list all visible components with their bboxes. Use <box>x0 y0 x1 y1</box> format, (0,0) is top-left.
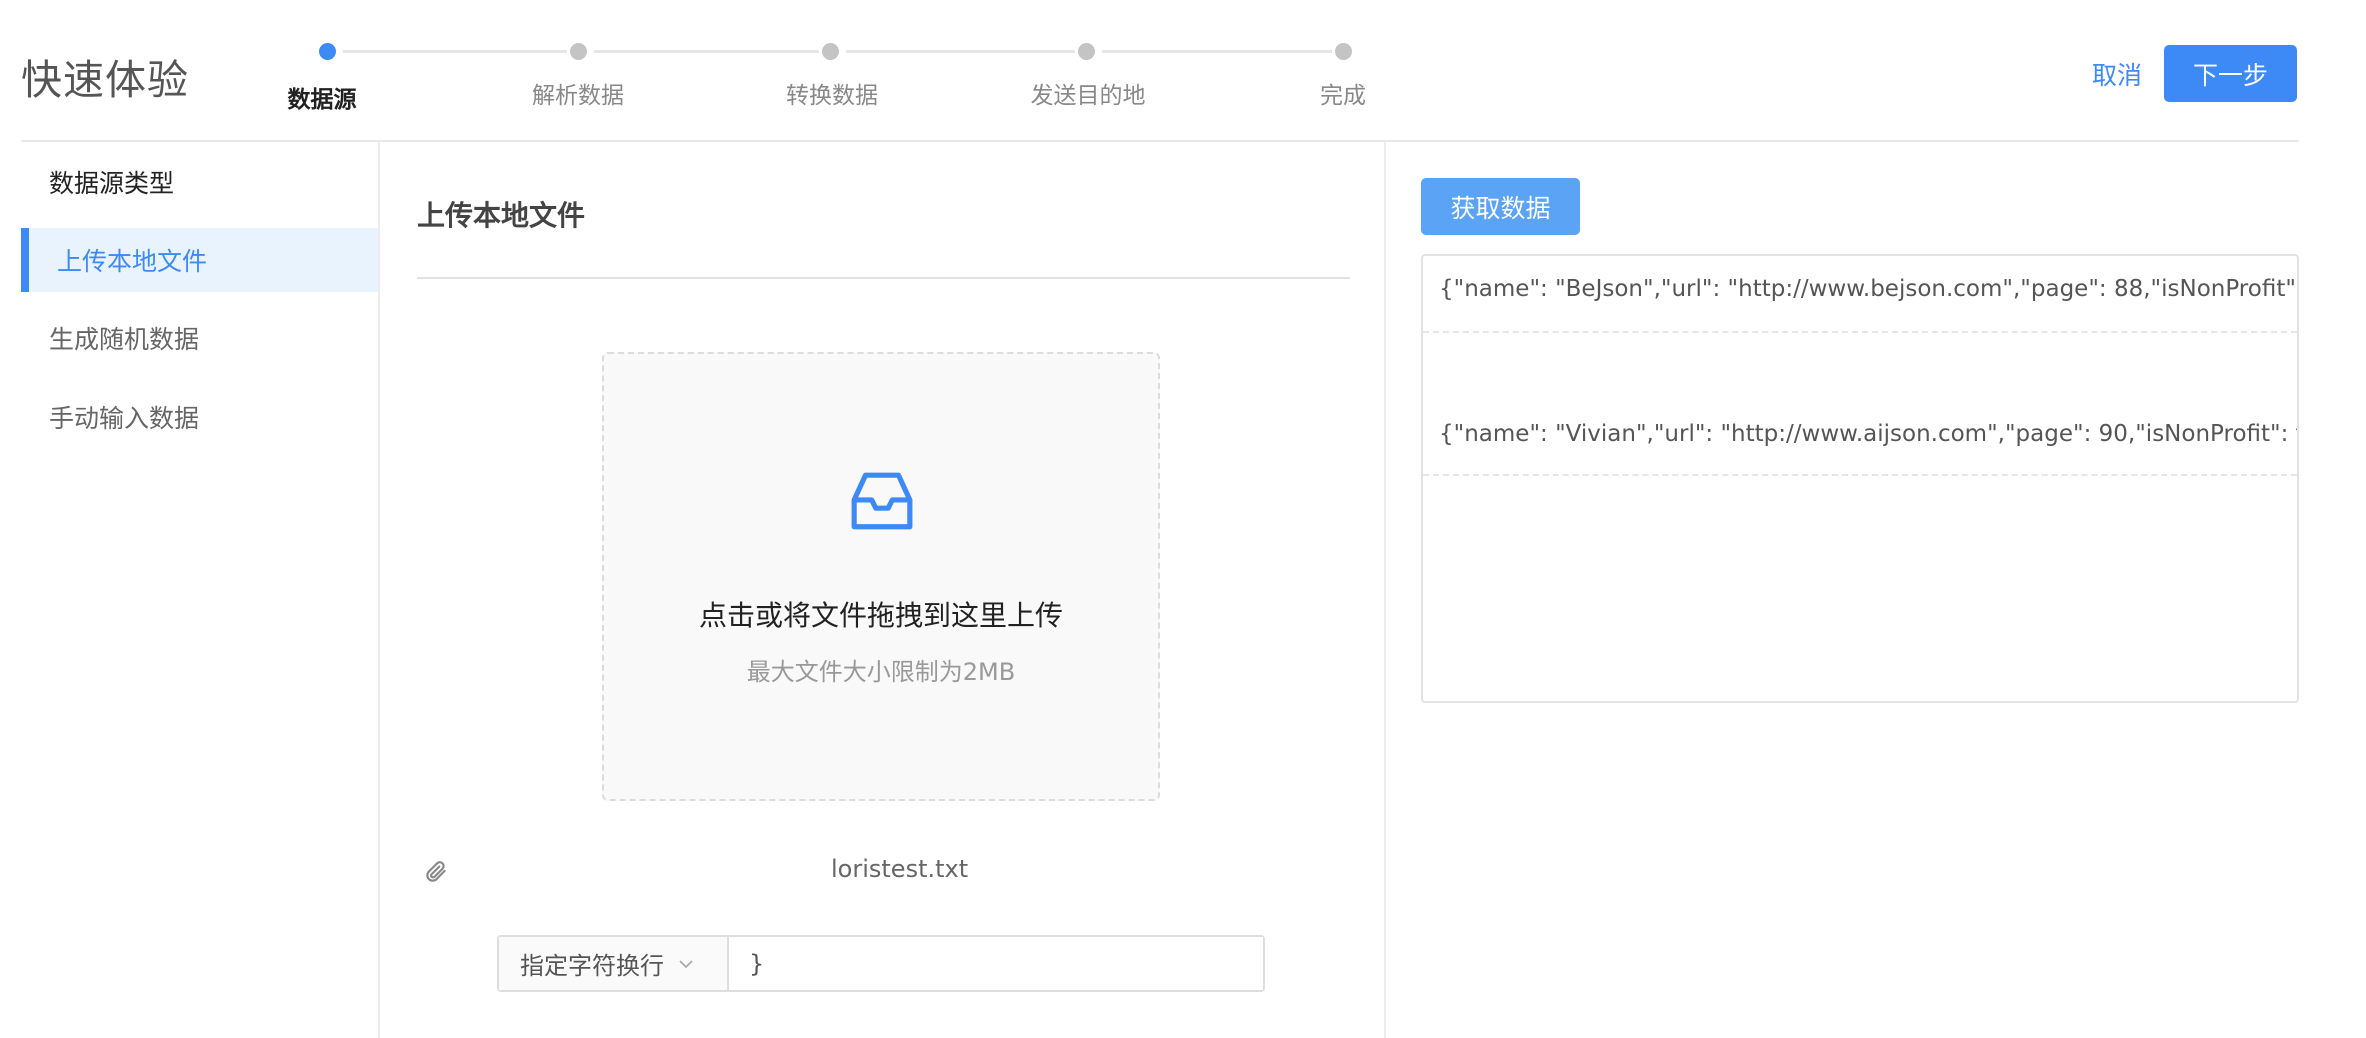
step-dot-data-source <box>319 43 336 60</box>
data-preview[interactable]: {"name": "BeJson","url": "http://www.bej… <box>1421 254 2299 703</box>
sidebar-item-generate-random-data[interactable]: 生成随机数据 <box>21 306 378 370</box>
sidebar-divider <box>378 142 380 1038</box>
chevron-down-icon <box>679 959 693 968</box>
step-dot-done <box>1335 43 1352 60</box>
upload-panel-title: 上传本地文件 <box>417 199 586 232</box>
step-dot-parse <box>570 43 587 60</box>
cancel-button[interactable]: 取消 <box>2092 56 2142 92</box>
linebreak-mode-select[interactable]: 指定字符换行 <box>499 937 729 990</box>
line-separator <box>1423 331 2297 333</box>
drop-zone-text: 点击或将文件拖拽到这里上传 <box>698 599 1063 632</box>
linebreak-mode-label: 指定字符换行 <box>520 952 664 980</box>
file-size-hint: 最大文件大小限制为2MB <box>746 658 1016 686</box>
data-preview-line: {"name": "BeJson","url": "http://www.bej… <box>1439 276 2299 302</box>
step-connector <box>846 50 1075 53</box>
data-preview-line: {"name": "Vivian","url": "http://www.aij… <box>1439 421 2299 447</box>
step-connector <box>1102 50 1332 53</box>
file-drop-zone[interactable]: 点击或将文件拖拽到这里上传 最大文件大小限制为2MB <box>602 352 1160 801</box>
step-label-destination: 发送目的地 <box>1030 83 1146 109</box>
linebreak-char-input[interactable] <box>729 937 1263 990</box>
panel-divider <box>417 277 1350 279</box>
step-label-parse: 解析数据 <box>532 83 624 109</box>
panel-split <box>1384 142 1386 1038</box>
next-step-button[interactable]: 下一步 <box>2164 45 2297 102</box>
inbox-icon <box>851 472 913 530</box>
step-progress: 数据源 解析数据 转换数据 发送目的地 完成 <box>0 0 2366 140</box>
line-separator <box>1423 474 2297 476</box>
step-connector <box>594 50 819 53</box>
step-dot-transform <box>822 43 839 60</box>
paperclip-icon <box>426 861 446 882</box>
step-connector <box>343 50 567 53</box>
sidebar-item-upload-local-file[interactable]: 上传本地文件 <box>21 228 378 292</box>
uploaded-file-name[interactable]: loristest.txt <box>831 855 968 883</box>
step-label-transform: 转换数据 <box>786 83 878 109</box>
sidebar-heading: 数据源类型 <box>49 169 175 198</box>
fetch-data-button[interactable]: 获取数据 <box>1421 178 1580 235</box>
source-type-sidebar: 数据源类型 上传本地文件 生成随机数据 手动输入数据 <box>21 142 378 1038</box>
step-label-data-source: 数据源 <box>287 87 357 113</box>
step-dot-destination <box>1078 43 1095 60</box>
step-label-done: 完成 <box>1320 83 1366 109</box>
linebreak-setting: 指定字符换行 <box>497 935 1265 992</box>
sidebar-item-manual-input[interactable]: 手动输入数据 <box>21 385 378 449</box>
